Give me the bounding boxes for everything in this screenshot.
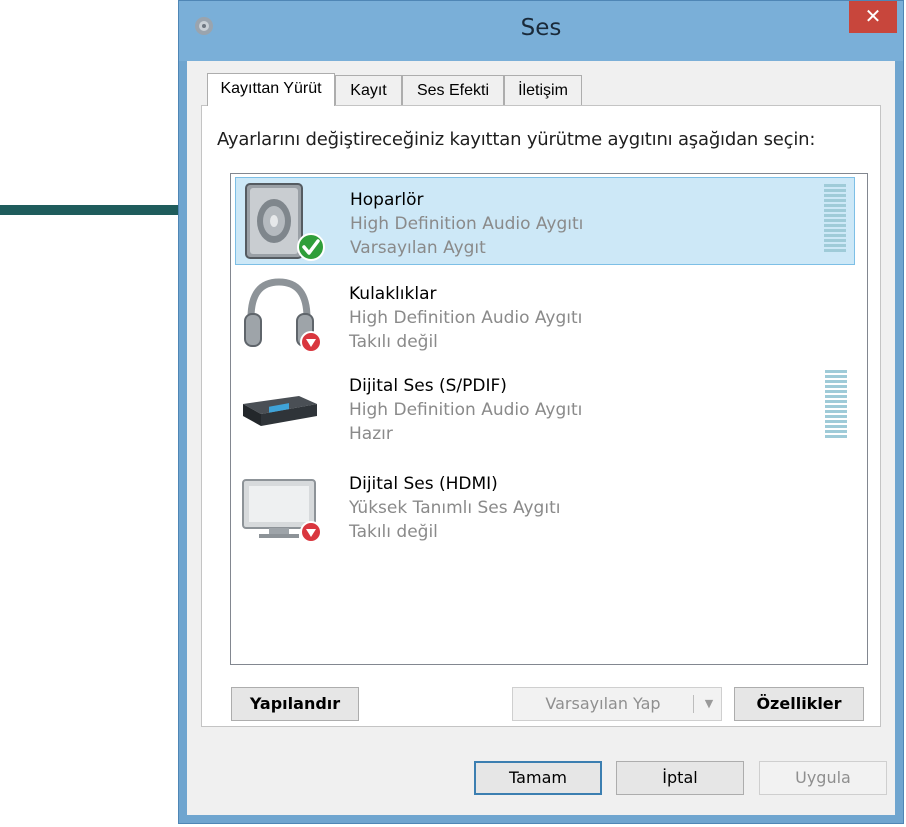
instruction-text: Ayarlarını değiştireceğiniz kayıttan yür…	[217, 129, 816, 150]
device-status: Takılı değil	[349, 332, 438, 352]
tab-communications[interactable]: İletişim	[504, 75, 582, 105]
device-name: Dijital Ses (HDMI)	[349, 474, 498, 494]
device-status: Varsayılan Aygıt	[350, 238, 486, 258]
device-list[interactable]: Hoparlör High Definition Audio Aygıtı Va…	[230, 173, 868, 665]
spdif-receiver-icon	[243, 396, 317, 426]
device-item-spdif[interactable]: Dijital Ses (S/PDIF) High Definition Aud…	[235, 364, 855, 452]
tab-recording[interactable]: Kayıt	[335, 75, 402, 105]
device-info: Hoparlör High Definition Audio Aygıtı Va…	[350, 188, 583, 260]
default-check-icon	[297, 233, 325, 261]
tab-sound-effects[interactable]: Ses Efekti	[402, 75, 504, 105]
device-driver: High Definition Audio Aygıtı	[349, 400, 583, 420]
unplugged-icon	[300, 331, 322, 353]
tab-playback[interactable]: Kayıttan Yürüt	[207, 73, 335, 106]
device-item-speakers[interactable]: Hoparlör High Definition Audio Aygıtı Va…	[235, 177, 855, 265]
device-item-headphones[interactable]: Kulaklıklar High Definition Audio Aygıtı…	[235, 272, 855, 360]
volume-meter	[825, 370, 847, 440]
device-name: Kulaklıklar	[349, 284, 437, 304]
volume-meter	[824, 184, 846, 254]
apply-button[interactable]: Uygula	[759, 761, 887, 795]
unplugged-icon	[300, 521, 322, 543]
device-name: Hoparlör	[350, 190, 424, 210]
dialog-body: Kayıttan Yürüt Kayıt Ses Efekti İletişim…	[187, 61, 895, 815]
device-status: Takılı değil	[349, 522, 438, 542]
ok-button[interactable]: Tamam	[474, 761, 602, 795]
device-driver: Yüksek Tanımlı Ses Aygıtı	[349, 498, 561, 518]
dropdown-divider	[693, 695, 694, 713]
device-item-hdmi[interactable]: Dijital Ses (HDMI) Yüksek Tanımlı Ses Ay…	[235, 462, 855, 550]
configure-button[interactable]: Yapılandır	[231, 687, 359, 721]
device-status: Hazır	[349, 424, 393, 444]
title-bar: Ses ✕	[179, 1, 903, 61]
set-default-label: Varsayılan Yap	[545, 694, 661, 713]
cancel-button[interactable]: İptal	[616, 761, 744, 795]
properties-button[interactable]: Özellikler	[734, 687, 864, 721]
device-info: Kulaklıklar High Definition Audio Aygıtı…	[349, 282, 582, 354]
set-default-button[interactable]: Varsayılan Yap ▼	[512, 687, 722, 721]
device-driver: High Definition Audio Aygıtı	[349, 308, 583, 328]
sound-dialog: Ses ✕ Kayıttan Yürüt Kayıt Ses Efekti İl…	[178, 0, 904, 824]
device-name: Dijital Ses (S/PDIF)	[349, 376, 507, 396]
device-info: Dijital Ses (S/PDIF) High Definition Aud…	[349, 374, 582, 446]
close-button[interactable]: ✕	[849, 1, 897, 33]
device-info: Dijital Ses (HDMI) Yüksek Tanımlı Ses Ay…	[349, 472, 560, 544]
device-driver: High Definition Audio Aygıtı	[350, 214, 584, 234]
window-title: Ses	[520, 15, 562, 41]
chevron-down-icon[interactable]: ▼	[697, 688, 721, 720]
